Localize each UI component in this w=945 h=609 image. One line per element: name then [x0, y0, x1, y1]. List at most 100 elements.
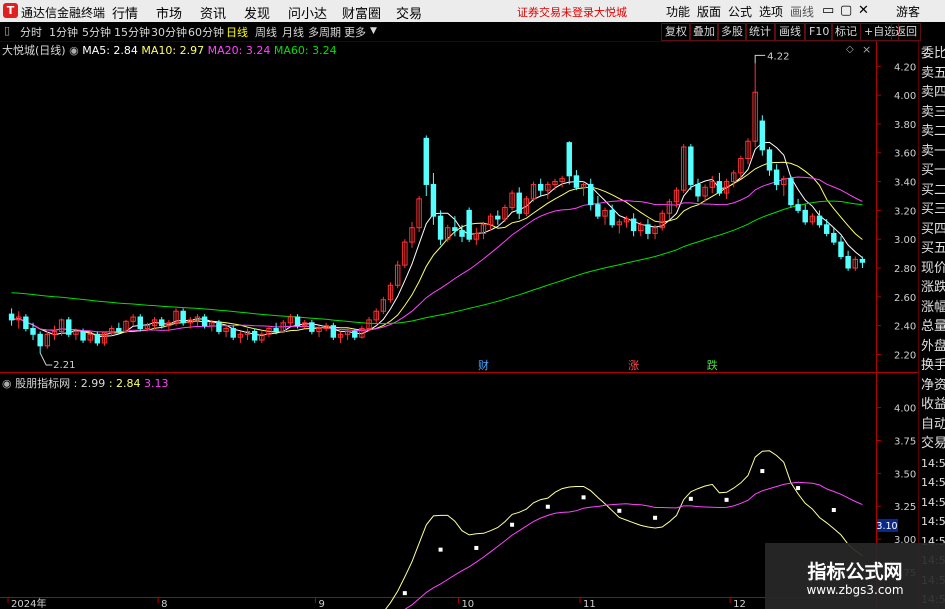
close-icon[interactable]: ✕ [858, 3, 869, 18]
candle-body [688, 146, 694, 185]
candlestick-chart[interactable]: 4.20 4.00 3.80 3.60 3.40 3.20 3.00 2.80 2.60 2.40… [0, 41, 918, 374]
candle-body [309, 322, 315, 332]
candle-body [452, 227, 458, 232]
quote-side-panel: 委比 卖五 卖四 卖三 卖二 卖一 买一 买二 买三 买四 买五 现价 涨跌 涨幅 总量 外盘 换手 净资 收益 自动… [918, 41, 945, 609]
candle-body [437, 215, 444, 240]
candle-body [859, 258, 866, 263]
price-tick-label: 3.20 [894, 206, 916, 217]
candle-body [566, 142, 572, 177]
candle [380, 296, 387, 315]
candle-body [495, 215, 501, 220]
candle-body [630, 218, 637, 232]
side-panel-item: 卖一 [921, 143, 945, 159]
low-marker-line [39, 352, 53, 366]
period-toolbar: ▯ 分时 1分钟 5分钟 15分钟 30分钟 60分钟 日线 周线 月线 多周期… [0, 22, 945, 42]
candle [194, 314, 201, 326]
options-button[interactable]: 选项 [759, 3, 783, 20]
menu-news[interactable]: 资讯 [200, 3, 226, 22]
candle-body [823, 224, 830, 234]
indicator-tick-label: 3.50 [894, 469, 916, 480]
side-panel-item[interactable]: 自动 [921, 416, 945, 434]
side-panel-item[interactable]: 交易 [921, 435, 945, 453]
indicator-dot [438, 547, 443, 552]
formula-button[interactable]: 公式 [728, 3, 752, 20]
tab-15min[interactable]: 15分钟 [114, 24, 150, 40]
tab-weekly[interactable]: 周线 [255, 24, 277, 40]
statistics-button[interactable]: 统计 [745, 23, 775, 41]
tab-monthly[interactable]: 月线 [282, 24, 304, 40]
candle [51, 325, 58, 341]
tab-30min[interactable]: 30分钟 [151, 24, 187, 40]
candle [523, 195, 530, 217]
candle [588, 178, 594, 211]
candle-body [201, 316, 208, 327]
mark-button[interactable]: 标记 [831, 23, 861, 41]
tab-multi-period[interactable]: 多周期 [308, 24, 341, 40]
candle [766, 146, 773, 176]
menu-market[interactable]: 市场 [156, 3, 182, 22]
date-tick-label: 9 [318, 599, 324, 609]
draw-line-button[interactable]: 画线 [775, 23, 805, 41]
menu-trade[interactable]: 交易 [396, 3, 422, 22]
toolbar-collapse-icon[interactable]: ▯ [4, 24, 10, 37]
low-price-label: 2.21 [53, 360, 75, 371]
candle [402, 239, 408, 269]
side-panel-item: 14:56 [921, 515, 945, 528]
candle [23, 314, 29, 332]
indicator-dot [831, 508, 836, 513]
login-notice[interactable]: 证券交易未登录 [517, 4, 594, 20]
menu-ask-xiaoda[interactable]: 问小达 [288, 3, 327, 22]
candle-body [273, 328, 279, 332]
indicator-tick-label: 3.75 [894, 437, 916, 448]
indicator-dot [545, 504, 550, 509]
side-panel-item: 净资 [921, 377, 945, 393]
candle [16, 311, 22, 329]
candle-body [795, 204, 801, 211]
app-title: 通达信金融终端 [21, 6, 106, 20]
price-tick-label: 3.40 [894, 178, 916, 189]
candle-body [516, 192, 522, 214]
candle [337, 331, 344, 343]
candle [66, 317, 72, 338]
indicator-dot [724, 497, 729, 502]
indicator-tick-label: 3.25 [894, 502, 916, 513]
tab-timeshare[interactable]: 分时 [20, 24, 42, 40]
candle-body [788, 178, 794, 206]
minimize-icon[interactable]: ▭ [822, 3, 834, 18]
candle [823, 219, 830, 237]
price-tick-label: 4.00 [894, 91, 916, 102]
tab-daily[interactable]: 日线 [226, 24, 248, 40]
multi-stock-button[interactable]: 多股 [717, 23, 747, 41]
candle [838, 236, 844, 260]
candle-body [251, 330, 258, 341]
titlebar-draw-button[interactable]: 画线 [790, 3, 814, 20]
tab-1min[interactable]: 1分钟 [49, 24, 78, 40]
back-button[interactable]: 返回 [891, 23, 921, 41]
candle-body [573, 175, 580, 188]
candle [845, 250, 851, 271]
event-tag: 涨 [628, 359, 639, 372]
candle-body [159, 319, 165, 327]
restore-icon[interactable]: ▢ [840, 3, 852, 18]
indicator-dot [760, 469, 765, 474]
menu-quotes[interactable]: 行情 [112, 3, 138, 22]
menu-wealth-circle[interactable]: 财富圈 [342, 3, 381, 22]
tab-60min[interactable]: 60分钟 [188, 24, 224, 40]
f10-button[interactable]: F10 [805, 23, 834, 41]
guest-user[interactable]: 游客 [896, 3, 920, 20]
candle [831, 227, 837, 245]
candle [130, 314, 136, 326]
date-tick-label: 10 [461, 599, 474, 609]
side-panel-item: 14:56 [921, 476, 945, 489]
menu-discover[interactable]: 发现 [244, 3, 270, 22]
layout-button[interactable]: 版面 [697, 3, 721, 20]
tab-5min[interactable]: 5分钟 [82, 24, 111, 40]
more-dropdown-icon[interactable]: ▼ [370, 26, 377, 36]
indicator-dot [617, 508, 622, 513]
overlay-button[interactable]: 叠加 [689, 23, 719, 41]
function-button[interactable]: 功能 [666, 3, 690, 20]
tab-more[interactable]: 更多 [344, 24, 366, 40]
candle [409, 221, 415, 248]
watermark-title: 指标公式网 [807, 561, 903, 583]
adjust-button[interactable]: 复权 [661, 23, 691, 41]
